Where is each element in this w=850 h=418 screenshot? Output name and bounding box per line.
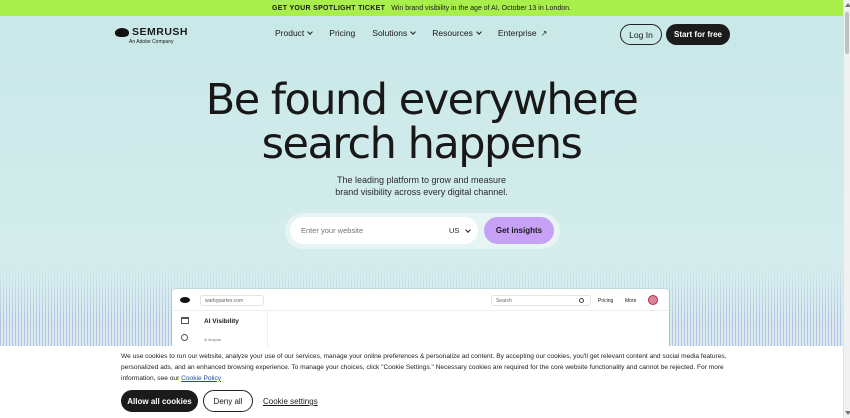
- search-icon: [579, 298, 584, 303]
- login-button[interactable]: Log In: [620, 24, 662, 45]
- preview-url-field: warbyparker.com: [200, 295, 264, 306]
- hero-subtitle: The leading platform to grow and measure…: [0, 174, 843, 198]
- divider: [172, 310, 669, 311]
- semrush-logo-icon: [115, 27, 129, 37]
- avatar: [648, 295, 658, 305]
- cookie-policy-link[interactable]: Cookie Policy: [181, 375, 221, 382]
- zoom-icon: [181, 334, 188, 341]
- hero-title-line2: search happens: [261, 119, 583, 169]
- brand-name: SEMRUSH: [132, 26, 189, 38]
- scrollbar[interactable]: [843, 0, 850, 418]
- brand-tagline: An Adobe Company: [129, 39, 174, 45]
- hero-subtitle-line1: The leading platform to grow and measure: [336, 175, 507, 185]
- nav-item-product[interactable]: Product: [275, 28, 314, 38]
- cookie-banner: We use cookies to run our website, analy…: [0, 346, 843, 418]
- nav-item-resources[interactable]: Resources: [432, 28, 482, 38]
- scroll-down-icon[interactable]: [845, 411, 850, 415]
- preview-search-field: Search: [491, 295, 591, 306]
- nav-item-solutions[interactable]: Solutions: [372, 28, 417, 38]
- hero-subtitle-line2: brand visibility across every digital ch…: [335, 187, 508, 197]
- scrollbar-thumb[interactable]: [845, 12, 849, 54]
- chevron-down-icon: [465, 226, 472, 233]
- hero-title: Be found everywhere search happens: [0, 78, 843, 166]
- home-icon: [181, 317, 189, 324]
- nav-item-enterprise[interactable]: Enterprise ↗: [498, 28, 547, 38]
- preview-search-placeholder: Search: [496, 297, 512, 304]
- nav-label: Product: [275, 28, 305, 38]
- website-input[interactable]: [301, 226, 431, 235]
- nav-label: Solutions: [372, 28, 408, 38]
- banner-highlight[interactable]: GET YOUR SPOTLIGHT TICKET: [272, 5, 385, 12]
- deny-all-button[interactable]: Deny all: [203, 390, 253, 412]
- semrush-logo-icon: [180, 297, 190, 303]
- nav-item-pricing[interactable]: Pricing: [329, 28, 355, 38]
- country-select[interactable]: US: [449, 226, 472, 235]
- promo-banner[interactable]: GET YOUR SPOTLIGHT TICKET Win brand visi…: [0, 0, 843, 16]
- preview-pricing: Pricing: [598, 298, 614, 304]
- chevron-down-icon: [410, 29, 417, 35]
- nav-label: Pricing: [329, 28, 356, 38]
- allow-all-cookies-button[interactable]: Allow all cookies: [121, 390, 198, 412]
- start-free-button[interactable]: Start for free: [666, 24, 730, 45]
- preview-more: More: [625, 298, 637, 304]
- banner-text: Win brand visibility in the age of AI, O…: [391, 4, 571, 12]
- main-nav: Product Pricing Solutions Resources Ente…: [275, 28, 547, 38]
- country-value: US: [449, 226, 460, 235]
- cookie-text: We use cookies to run our website, analy…: [121, 352, 727, 384]
- external-arrow-icon: ↗: [540, 28, 548, 38]
- hero-title-line1: Be found everywhere: [205, 75, 639, 125]
- page: GET YOUR SPOTLIGHT TICKET Win brand visi…: [0, 0, 843, 418]
- brand-logo[interactable]: SEMRUSH An Adobe Company: [115, 26, 188, 45]
- preview-subtitle: AI Analysis: [204, 338, 222, 342]
- scroll-up-icon[interactable]: [845, 3, 850, 7]
- get-insights-button[interactable]: Get insights: [484, 217, 554, 244]
- preview-title: AI Visibility: [204, 318, 239, 325]
- chevron-down-icon: [476, 29, 482, 35]
- nav-label: Enterprise: [497, 28, 537, 38]
- nav-label: Resources: [432, 28, 473, 38]
- cookie-settings-button[interactable]: Cookie settings: [263, 397, 318, 406]
- chevron-down-icon: [307, 29, 314, 35]
